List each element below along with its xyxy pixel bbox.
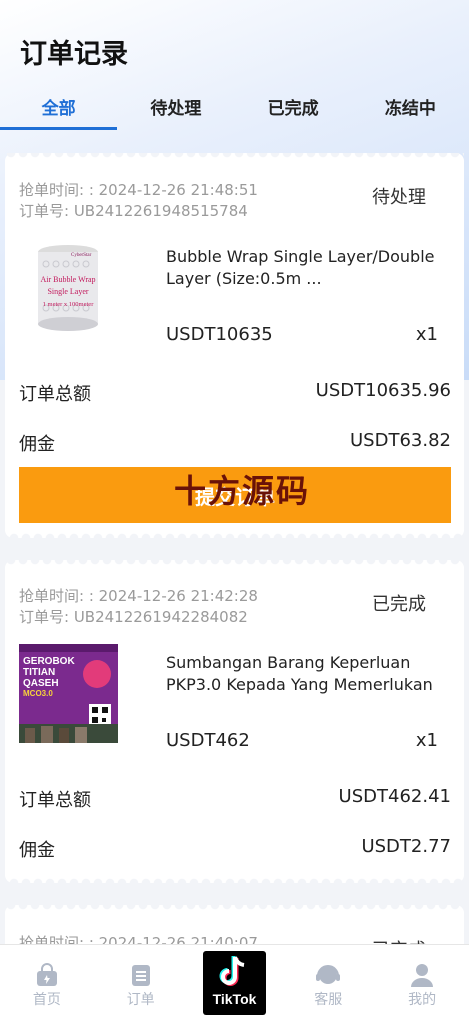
product-image[interactable]: GEROBOK TITIAN QASEH MCO3.0 xyxy=(19,644,118,743)
order-card: 抢单时间: : 2024-12-26 21:48:51 订单号: UB24122… xyxy=(5,153,464,538)
thumb-line2: Single Layer xyxy=(47,287,88,296)
product-quantity: x1 xyxy=(415,730,438,751)
bubble-wrap-image: CyberStar Air Bubble Wrap Single Layer 1… xyxy=(19,238,118,337)
nav-item-orders[interactable]: 订单 xyxy=(94,945,188,1024)
user-icon xyxy=(411,964,434,987)
order-total-label: 订单总额 xyxy=(19,790,91,811)
commission-label: 佣金 xyxy=(19,434,55,455)
nav-item-home[interactable]: 首页 xyxy=(0,945,94,1024)
product-image[interactable]: CyberStar Air Bubble Wrap Single Layer 1… xyxy=(19,238,118,337)
thumb-line1: GEROBOK xyxy=(23,656,75,667)
clipboard-icon xyxy=(131,965,150,986)
tiktok-button[interactable]: TikTok xyxy=(203,951,266,1015)
tab-completed[interactable]: 已完成 xyxy=(235,90,352,130)
commission-value: USDT63.82 xyxy=(350,430,451,451)
tab-all[interactable]: 全部 xyxy=(0,90,118,130)
thumb-brand: CyberStar xyxy=(71,253,92,258)
headset-icon xyxy=(316,965,341,984)
product-quantity: x1 xyxy=(415,324,438,345)
order-status: 已完成 xyxy=(372,594,426,615)
thumb-line3: QASEH xyxy=(23,678,59,689)
nav-label-profile: 我的 xyxy=(408,992,437,1008)
order-tabs: 全部 待处理 已完成 冻结中 xyxy=(0,90,469,130)
order-total-value: USDT462.41 xyxy=(338,786,451,807)
order-time: 抢单时间: : 2024-12-26 21:42:28 xyxy=(19,587,258,605)
order-number: 订单号: UB2412261942284082 xyxy=(19,608,248,626)
product-name[interactable]: Bubble Wrap Single Layer/Double Layer (S… xyxy=(166,246,446,290)
tiktok-logo-icon xyxy=(219,956,245,986)
donation-poster-image: GEROBOK TITIAN QASEH MCO3.0 xyxy=(19,644,118,743)
tiktok-label: TikTok xyxy=(212,991,257,1007)
commission-value: USDT2.77 xyxy=(361,836,451,857)
nav-label-orders: 订单 xyxy=(126,992,155,1008)
submit-order-button[interactable]: 提交订单 xyxy=(19,467,451,523)
thumb-line2: TITIAN xyxy=(23,667,55,678)
order-total-label: 订单总额 xyxy=(19,384,91,405)
nav-label-service: 客服 xyxy=(314,992,343,1008)
nav-item-profile[interactable]: 我的 xyxy=(375,945,469,1024)
bag-icon xyxy=(36,963,57,986)
nav-item-service[interactable]: 客服 xyxy=(281,945,375,1024)
order-time: 抢单时间: : 2024-12-26 21:48:51 xyxy=(19,181,258,199)
thumb-line3: 1 meter x 100meter xyxy=(43,301,95,308)
order-status: 待处理 xyxy=(372,187,426,208)
product-price: USDT462 xyxy=(166,730,250,751)
tab-frozen[interactable]: 冻结中 xyxy=(352,90,469,130)
thumb-line1: Air Bubble Wrap xyxy=(40,275,95,284)
nav-label-home: 首页 xyxy=(32,992,61,1008)
order-card: 抢单时间: : 2024-12-26 21:42:28 订单号: UB24122… xyxy=(5,560,464,883)
product-name[interactable]: Sumbangan Barang Keperluan PKP3.0 Kepada… xyxy=(166,652,446,696)
tab-pending[interactable]: 待处理 xyxy=(117,90,234,130)
thumb-line4: MCO3.0 xyxy=(23,689,53,698)
product-price: USDT10635 xyxy=(166,324,273,345)
order-total-value: USDT10635.96 xyxy=(315,380,451,401)
page-title: 订单记录 xyxy=(20,39,128,70)
order-number: 订单号: UB2412261948515784 xyxy=(19,202,248,220)
commission-label: 佣金 xyxy=(19,840,55,861)
